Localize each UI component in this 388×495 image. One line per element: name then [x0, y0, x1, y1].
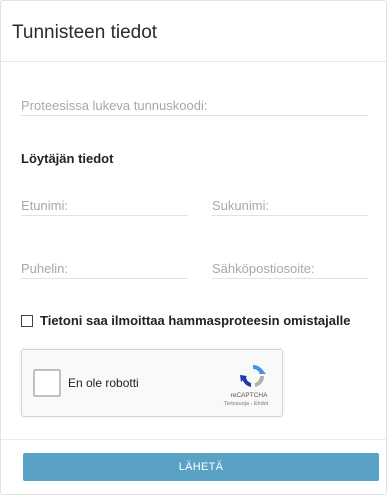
- recaptcha-widget: En ole robotti reCAPTCHA Tietosuoja - Eh…: [21, 349, 283, 417]
- email-input[interactable]: [212, 258, 368, 278]
- found-denture-form: Tunnisteen tiedot Löytäjän tiedot Tieton…: [0, 0, 387, 495]
- email-field: [212, 258, 368, 279]
- card-title: Tunnisteen tiedot: [12, 22, 158, 43]
- submit-button[interactable]: LÄHETÄ: [23, 453, 379, 481]
- recaptcha-logo-icon: [240, 364, 266, 387]
- recaptcha-label: En ole robotti: [68, 376, 139, 390]
- recaptcha-checkbox[interactable]: [33, 369, 61, 397]
- phone-field: [21, 258, 188, 279]
- footer-divider: [1, 439, 386, 440]
- code-input[interactable]: [21, 95, 368, 115]
- code-field: [21, 95, 368, 116]
- consent-label: Tietoni saa ilmoittaa hammasproteesin om…: [40, 313, 351, 328]
- firstname-field: [21, 195, 188, 216]
- card-header: Tunnisteen tiedot: [1, 1, 386, 62]
- lastname-field: [212, 195, 368, 216]
- recaptcha-terms-link[interactable]: Tietosuoja - Ehdot: [218, 401, 274, 407]
- consent-checkbox[interactable]: [21, 314, 33, 327]
- lastname-input[interactable]: [212, 195, 368, 215]
- firstname-input[interactable]: [21, 195, 188, 215]
- finder-section-title: Löytäjän tiedot: [21, 151, 114, 166]
- phone-input[interactable]: [21, 258, 188, 278]
- recaptcha-brand: reCAPTCHA: [230, 392, 268, 399]
- consent-option[interactable]: Tietoni saa ilmoittaa hammasproteesin om…: [21, 313, 350, 328]
